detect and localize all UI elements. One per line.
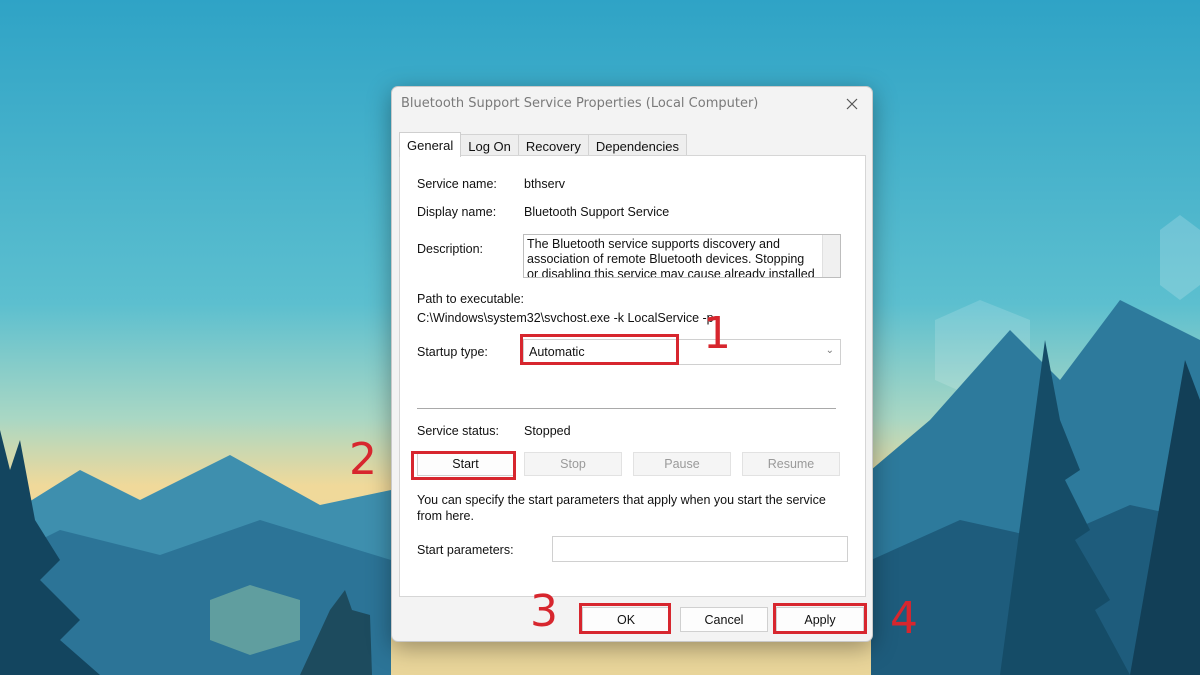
startup-type-label: Startup type: xyxy=(417,345,488,359)
start-button[interactable]: Start xyxy=(417,452,514,476)
service-name-label: Service name: xyxy=(417,177,497,191)
startup-type-select[interactable]: Automatic ⌄ xyxy=(523,339,841,365)
section-divider xyxy=(417,408,836,410)
step-number-1: 1 xyxy=(703,308,731,359)
chevron-down-icon: ⌄ xyxy=(825,345,834,356)
ok-button[interactable]: OK xyxy=(582,607,670,632)
path-value: C:\Windows\system32\svchost.exe -k Local… xyxy=(417,311,714,325)
dialog-title: Bluetooth Support Service Properties (Lo… xyxy=(401,96,759,111)
description-label: Description: xyxy=(417,242,483,256)
description-scrollbar[interactable] xyxy=(822,235,840,277)
step-number-3: 3 xyxy=(530,586,558,637)
title-bar[interactable]: Bluetooth Support Service Properties (Lo… xyxy=(392,87,872,121)
service-name-value: bthserv xyxy=(524,177,565,191)
description-text: The Bluetooth service supports discovery… xyxy=(527,237,815,278)
start-parameters-input[interactable] xyxy=(552,536,848,562)
tab-strip: General Log On Recovery Dependencies xyxy=(399,132,687,157)
step-number-2: 2 xyxy=(349,434,377,485)
service-properties-dialog: Bluetooth Support Service Properties (Lo… xyxy=(391,86,873,642)
display-name-value: Bluetooth Support Service xyxy=(524,205,670,219)
apply-button[interactable]: Apply xyxy=(776,607,864,632)
stop-button[interactable]: Stop xyxy=(524,452,622,476)
step-number-4: 4 xyxy=(890,593,918,644)
description-textbox[interactable]: The Bluetooth service supports discovery… xyxy=(523,234,841,278)
start-parameters-label: Start parameters: xyxy=(417,543,514,557)
tab-dependencies[interactable]: Dependencies xyxy=(587,134,687,157)
display-name-label: Display name: xyxy=(417,205,497,219)
service-status-value: Stopped xyxy=(524,424,571,438)
tab-log-on[interactable]: Log On xyxy=(460,134,519,157)
general-tab-panel: Service name: bthserv Display name: Blue… xyxy=(399,155,866,597)
close-icon xyxy=(846,98,858,110)
resume-button[interactable]: Resume xyxy=(742,452,840,476)
close-button[interactable] xyxy=(838,92,866,116)
path-label: Path to executable: xyxy=(417,292,525,306)
tab-recovery[interactable]: Recovery xyxy=(517,134,589,157)
service-status-label: Service status: xyxy=(417,424,499,438)
startup-type-value: Automatic xyxy=(529,345,585,359)
cancel-button[interactable]: Cancel xyxy=(680,607,768,632)
pause-button[interactable]: Pause xyxy=(633,452,731,476)
tab-general[interactable]: General xyxy=(399,132,462,157)
start-parameters-note: You can specify the start parameters tha… xyxy=(417,493,826,523)
